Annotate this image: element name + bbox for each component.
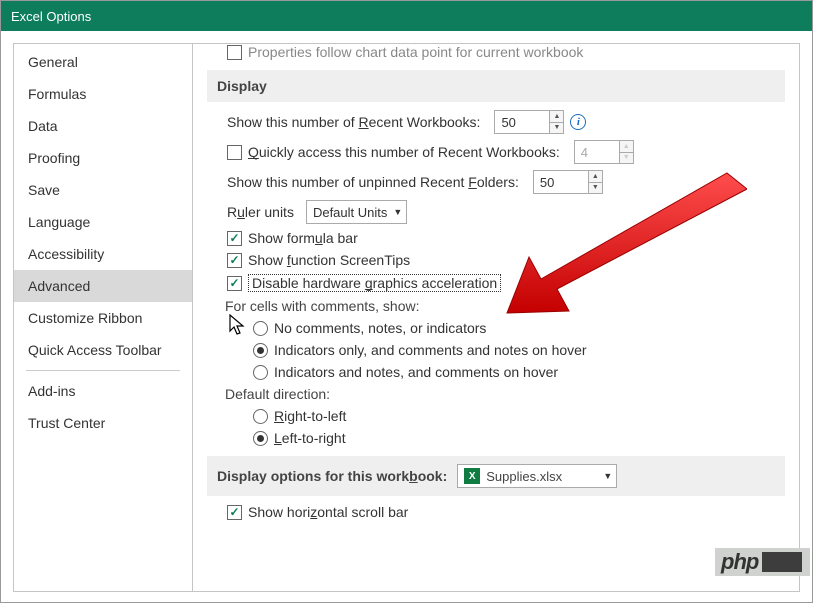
php-watermark: php [715, 548, 810, 576]
window-title: Excel Options [11, 9, 91, 24]
excel-icon: X [464, 468, 480, 484]
content-area: General Formulas Data Proofing Save Lang… [1, 31, 812, 604]
section-header-workbook: Display options for this workbook: X Sup… [207, 456, 785, 496]
sidebar-item-general[interactable]: General [14, 46, 192, 78]
label-horizontal-scroll: Show horizontal scroll bar [248, 504, 408, 520]
label-rtl: Right-to-left [274, 408, 346, 424]
label-indicators-and-notes: Indicators and notes, and comments on ho… [274, 364, 558, 380]
label-ltr: Left-to-right [274, 430, 346, 446]
titlebar: Excel Options [1, 1, 812, 31]
sidebar-item-accessibility[interactable]: Accessibility [14, 238, 192, 270]
sidebar-item-save[interactable]: Save [14, 174, 192, 206]
checkbox-horizontal-scroll[interactable] [227, 505, 242, 520]
spinner-down-icon: ▼ [620, 153, 633, 164]
spinner-value: 4 [575, 141, 619, 163]
label-ruler-units: Ruler units [227, 204, 294, 220]
spinner-value[interactable]: 50 [534, 171, 588, 193]
dropdown-value: Default Units [313, 205, 387, 220]
label-disable-hw-graphics: Disable hardware graphics acceleration [248, 274, 501, 292]
dropdown-value: Supplies.xlsx [486, 469, 597, 484]
sidebar-item-proofing[interactable]: Proofing [14, 142, 192, 174]
sidebar-item-language[interactable]: Language [14, 206, 192, 238]
sidebar-item-trust-center[interactable]: Trust Center [14, 407, 192, 439]
radio-rtl[interactable] [253, 409, 268, 424]
spinner-up-icon[interactable]: ▲ [550, 111, 563, 123]
sidebar-item-formulas[interactable]: Formulas [14, 78, 192, 110]
dropdown-workbook[interactable]: X Supplies.xlsx ▼ [457, 464, 617, 488]
checkbox-disable-hw-graphics[interactable] [227, 276, 242, 291]
radio-indicators-only[interactable] [253, 343, 268, 358]
chevron-down-icon: ▼ [603, 471, 612, 481]
radio-indicators-and-notes[interactable] [253, 365, 268, 380]
spinner-recent-folders[interactable]: 50 ▲▼ [533, 170, 603, 194]
label-direction-heading: Default direction: [225, 386, 785, 402]
sidebar-item-customize-ribbon[interactable]: Customize Ribbon [14, 302, 192, 334]
label-show-screentips: Show function ScreenTips [248, 252, 410, 268]
spinner-down-icon[interactable]: ▼ [589, 183, 602, 194]
sidebar-item-data[interactable]: Data [14, 110, 192, 142]
dropdown-ruler-units[interactable]: Default Units ▼ [306, 200, 407, 224]
label-comments-heading: For cells with comments, show: [225, 298, 785, 314]
sidebar: General Formulas Data Proofing Save Lang… [13, 43, 193, 592]
label-show-formula-bar: Show formula bar [248, 230, 358, 246]
radio-ltr[interactable] [253, 431, 268, 446]
label-quick-access-recent: Quickly access this number of Recent Wor… [248, 144, 560, 160]
checkbox-show-screentips[interactable] [227, 253, 242, 268]
chevron-down-icon: ▼ [393, 207, 402, 217]
label-properties-follow: Properties follow chart data point for c… [248, 44, 583, 60]
info-icon[interactable]: i [570, 114, 586, 130]
checkbox-properties-follow[interactable] [227, 45, 242, 60]
spinner-value[interactable]: 50 [495, 111, 549, 133]
spinner-down-icon[interactable]: ▼ [550, 123, 563, 134]
label-no-comments: No comments, notes, or indicators [274, 320, 486, 336]
checkbox-show-formula-bar[interactable] [227, 231, 242, 246]
section-header-display: Display [207, 70, 785, 102]
spinner-up-icon: ▲ [620, 141, 633, 153]
label-recent-workbooks: Show this number of Recent Workbooks: [227, 114, 480, 130]
sidebar-item-quick-access-toolbar[interactable]: Quick Access Toolbar [14, 334, 192, 366]
spinner-recent-workbooks[interactable]: 50 ▲▼ [494, 110, 564, 134]
checkbox-quick-access-recent[interactable] [227, 145, 242, 160]
spinner-up-icon[interactable]: ▲ [589, 171, 602, 183]
sidebar-separator [26, 370, 180, 371]
sidebar-item-advanced[interactable]: Advanced [14, 270, 192, 302]
main-panel: Properties follow chart data point for c… [193, 43, 800, 592]
radio-no-comments[interactable] [253, 321, 268, 336]
sidebar-item-addins[interactable]: Add-ins [14, 375, 192, 407]
label-recent-folders: Show this number of unpinned Recent Fold… [227, 174, 519, 190]
label-indicators-only: Indicators only, and comments and notes … [274, 342, 587, 358]
spinner-quick-access-recent: 4 ▲▼ [574, 140, 634, 164]
